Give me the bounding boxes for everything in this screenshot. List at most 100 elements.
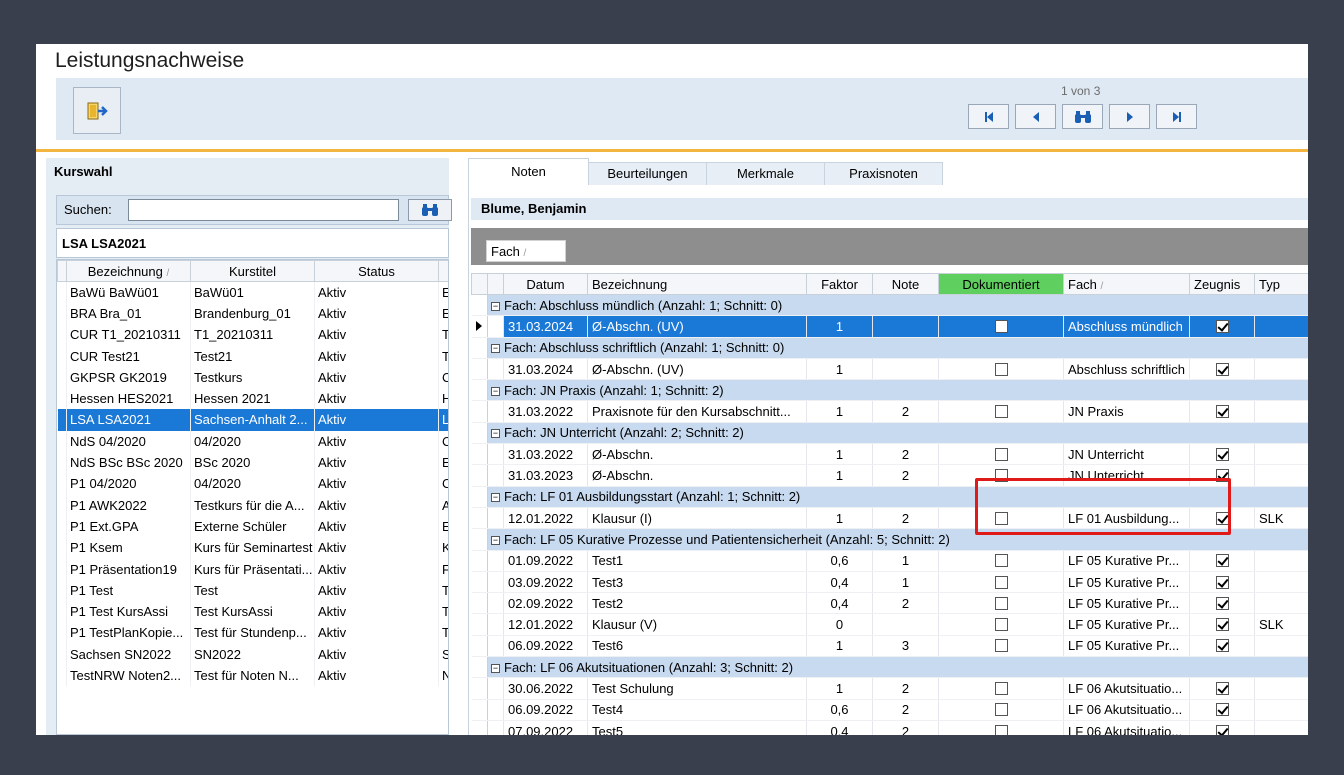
zeugnis-checkbox[interactable]: [1215, 618, 1229, 632]
dokumentiert-checkbox[interactable]: [994, 681, 1008, 695]
dokumentiert-checkbox[interactable]: [994, 724, 1008, 735]
col-header-bezeichnung[interactable]: Bezeichnung /: [66, 260, 191, 282]
course-row[interactable]: P1 KsemKurs für SeminartestAktivK: [57, 537, 448, 559]
course-row[interactable]: LSA LSA2021 Sachsen-Anhalt 2... Aktiv L: [57, 409, 448, 431]
col-header-typ[interactable]: Typ: [1254, 273, 1308, 295]
dokumentiert-checkbox[interactable]: [994, 596, 1008, 610]
zeugnis-checkbox[interactable]: [1215, 703, 1229, 717]
group-chip-fach[interactable]: Fach /: [486, 240, 566, 262]
col-header-note[interactable]: Note: [872, 273, 939, 295]
dokumentiert-checkbox[interactable]: [994, 319, 1008, 333]
zeugnis-checkbox[interactable]: [1215, 362, 1229, 376]
collapse-icon[interactable]: −: [491, 535, 500, 545]
course-row[interactable]: BRA Bra_01Brandenburg_01AktivE: [57, 302, 448, 325]
course-row[interactable]: Hessen HES2021Hessen 2021AktivH: [57, 387, 448, 410]
exit-button[interactable]: [73, 87, 121, 134]
collapse-icon[interactable]: −: [491, 344, 500, 354]
collapse-icon[interactable]: −: [491, 663, 500, 673]
collapse-icon[interactable]: −: [491, 386, 500, 396]
col-header-extra[interactable]: [438, 260, 448, 282]
dokumentiert-checkbox[interactable]: [994, 405, 1008, 419]
grade-row[interactable]: 01.09.2022 Test1 0,6 1 LF 05 Kurative Pr...: [471, 550, 1308, 572]
tab-beurteilungen[interactable]: Beurteilungen: [588, 162, 707, 185]
zeugnis-checkbox[interactable]: [1215, 575, 1229, 589]
dokumentiert-checkbox[interactable]: [994, 575, 1008, 589]
prev-page-button[interactable]: [1015, 104, 1056, 129]
course-row[interactable]: Sachsen SN2022SN2022AktivS: [57, 643, 448, 665]
course-row[interactable]: GKPSR GK2019TestkursAktivC: [57, 366, 448, 388]
grade-row[interactable]: 06.09.2022 Test6 1 3 LF 05 Kurative Pr...: [471, 635, 1308, 658]
group-row[interactable]: − Fach: JN Praxis (Anzahl: 1; Schnitt: 2): [471, 379, 1308, 402]
course-status: Aktiv: [314, 537, 439, 559]
dokumentiert-checkbox[interactable]: [994, 703, 1008, 717]
course-row[interactable]: NdS 04/202004/2020AktivC: [57, 430, 448, 452]
course-row[interactable]: P1 04/202004/2020AktivC: [57, 473, 448, 495]
col-header-bezeichnung[interactable]: Bezeichnung: [587, 273, 807, 295]
last-page-button[interactable]: [1156, 104, 1197, 129]
dokumentiert-checkbox[interactable]: [994, 362, 1008, 376]
first-page-button[interactable]: [968, 104, 1009, 129]
col-header-fach[interactable]: Fach /: [1063, 273, 1190, 295]
grade-row[interactable]: 12.01.2022 Klausur (V) 0 LF 05 Kurative Pr.…: [471, 613, 1308, 636]
grade-row[interactable]: 31.03.2024 Ø-Abschn. (UV) 1 Abschluss mündl…: [471, 315, 1308, 338]
collapse-icon[interactable]: −: [491, 493, 500, 503]
tab-merkmale[interactable]: Merkmale: [706, 162, 825, 185]
course-row[interactable]: BaWü BaWü01BaWü01AktivE: [57, 281, 448, 303]
zeugnis-checkbox[interactable]: [1215, 405, 1229, 419]
grade-row[interactable]: 06.09.2022 Test4 0,6 2 LF 06 Akutsituatio...: [471, 699, 1308, 721]
group-label-text: Fach: LF 05 Kurative Prozesse und Patien…: [504, 531, 950, 547]
group-row[interactable]: − Fach: JN Unterricht (Anzahl: 2; Schnitt…: [471, 422, 1308, 445]
search-button[interactable]: [408, 199, 452, 221]
grade-row[interactable]: 07.09.2022 Test5 0,4 2 LF 06 Akutsituatio...: [471, 720, 1308, 735]
find-button[interactable]: [1062, 104, 1103, 129]
course-row[interactable]: CUR Test21Test21AktivT: [57, 345, 448, 367]
zeugnis-checkbox[interactable]: [1215, 554, 1229, 568]
dokumentiert-checkbox[interactable]: [994, 639, 1008, 653]
grade-row[interactable]: 02.09.2022 Test2 0,4 2 LF 05 Kurative Pr...: [471, 592, 1308, 615]
collapse-icon[interactable]: −: [491, 301, 500, 311]
dokumentiert-checkbox[interactable]: [994, 618, 1008, 632]
zeugnis-checkbox[interactable]: [1215, 447, 1229, 461]
cell-typ: [1254, 550, 1308, 572]
collapse-icon[interactable]: −: [491, 429, 500, 439]
search-input[interactable]: [128, 199, 399, 221]
zeugnis-checkbox[interactable]: [1215, 681, 1229, 695]
course-row[interactable]: P1 TestTestAktivT: [57, 579, 448, 601]
course-kurstitel: Externe Schüler: [190, 515, 315, 538]
grade-row[interactable]: 03.09.2022 Test3 0,4 1 LF 05 Kurative Pr...: [471, 571, 1308, 594]
grade-row[interactable]: 30.06.2022 Test Schulung 1 2 LF 06 Akutsitua…: [471, 677, 1308, 700]
tab-praxisnoten[interactable]: Praxisnoten: [824, 162, 943, 185]
grade-row[interactable]: 31.03.2024 Ø-Abschn. (UV) 1 Abschluss schri…: [471, 358, 1308, 381]
cell-zeugnis: [1189, 720, 1255, 735]
grade-row[interactable]: 31.03.2022 Ø-Abschn. 1 2 JN Unterricht: [471, 443, 1308, 466]
zeugnis-checkbox[interactable]: [1215, 319, 1229, 333]
col-header-kurstitel[interactable]: Kurstitel: [190, 260, 315, 282]
zeugnis-checkbox[interactable]: [1215, 596, 1229, 610]
course-extra: T: [438, 622, 448, 644]
group-row[interactable]: − Fach: Abschluss schriftlich (Anzahl: 1;…: [471, 337, 1308, 359]
col-header-datum[interactable]: Datum: [503, 273, 588, 295]
course-row[interactable]: P1 AWK2022Testkurs für die A...AktivA: [57, 494, 448, 516]
course-row[interactable]: P1 TestPlanKopie... Test für Stundenp... A…: [57, 622, 448, 644]
zeugnis-checkbox[interactable]: [1215, 639, 1229, 653]
tab-noten[interactable]: Noten: [468, 158, 589, 186]
next-page-button[interactable]: [1109, 104, 1150, 129]
col-header-faktor[interactable]: Faktor: [806, 273, 873, 295]
group-row[interactable]: − Fach: Abschluss mündlich (Anzahl: 1; Sc…: [471, 294, 1308, 317]
col-header-status[interactable]: Status: [314, 260, 439, 282]
col-header-dokumentiert[interactable]: Dokumentiert: [938, 273, 1064, 295]
grade-row[interactable]: 31.03.2022 Praxisnote für den Kursabschni…: [471, 400, 1308, 423]
zeugnis-checkbox[interactable]: [1215, 724, 1229, 735]
group-row[interactable]: − Fach: LF 06 Akutsituationen (Anzahl: 3;…: [471, 656, 1308, 679]
dokumentiert-checkbox[interactable]: [994, 447, 1008, 461]
course-row[interactable]: CUR T1_20210311T1_20210311AktivT: [57, 324, 448, 346]
course-row[interactable]: TestNRW Noten2... Test für Noten N... Akti…: [57, 664, 448, 687]
course-row[interactable]: P1 Präsentation19 Kurs für Präsentati... A…: [57, 558, 448, 580]
col-header-zeugnis[interactable]: Zeugnis: [1189, 273, 1255, 295]
cell-fach: JN Unterricht: [1063, 443, 1190, 466]
course-bezeichnung: P1 Test: [66, 579, 191, 601]
course-row[interactable]: NdS BSc BSc 2020BSc 2020AktivE: [57, 451, 448, 474]
dokumentiert-checkbox[interactable]: [994, 554, 1008, 568]
course-row[interactable]: P1 Test KursAssiTest KursAssiAktivT: [57, 600, 448, 623]
course-row[interactable]: P1 Ext.GPAExterne SchülerAktivE: [57, 515, 448, 538]
